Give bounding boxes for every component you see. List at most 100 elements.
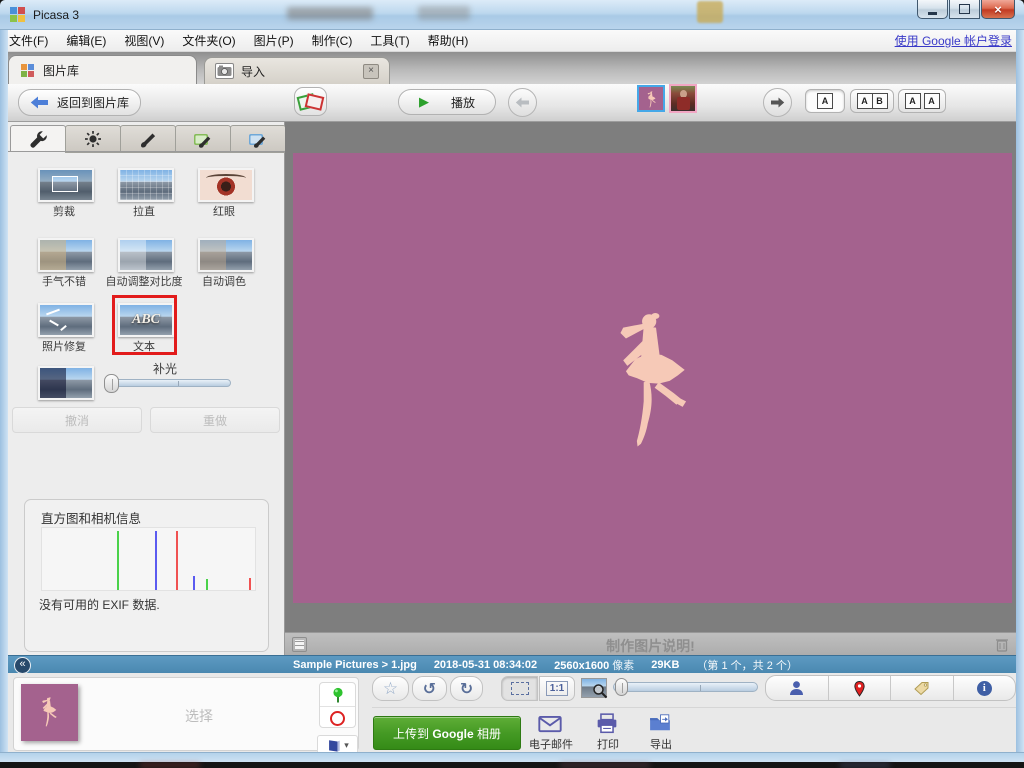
desktop-smudge xyxy=(140,763,200,767)
email-button[interactable] xyxy=(538,714,564,734)
tab-library[interactable]: 图片库 xyxy=(8,55,197,84)
view-aa-right: A xyxy=(924,93,940,109)
tags-button[interactable] xyxy=(891,676,954,700)
close-button[interactable]: × xyxy=(981,0,1015,19)
tool-autocolor-button[interactable] xyxy=(198,238,254,272)
previous-photo-button[interactable] xyxy=(508,88,537,117)
print-button[interactable] xyxy=(596,713,620,734)
photo-canvas[interactable] xyxy=(293,153,1012,603)
main-tabstrip: 图片库 导入 × xyxy=(8,52,1016,84)
people-button[interactable] xyxy=(766,676,829,700)
next-arrow-icon xyxy=(770,97,785,108)
star-button[interactable]: ☆ xyxy=(372,676,409,701)
next-photo-button[interactable] xyxy=(763,88,792,117)
hold-button[interactable] xyxy=(320,683,355,707)
hold-clear-group xyxy=(319,682,356,728)
tab-import[interactable]: 导入 × xyxy=(204,57,390,84)
upload-label: 上传到 Google 相册 xyxy=(393,725,501,742)
clear-button[interactable] xyxy=(320,707,355,729)
tool-straighten-button[interactable] xyxy=(118,168,174,202)
histogram-spike xyxy=(176,531,178,590)
glass-artifact xyxy=(418,6,470,20)
undo-button[interactable]: 撤消 xyxy=(12,407,142,433)
places-button[interactable] xyxy=(829,676,892,700)
view-side-by-side-button[interactable]: AB xyxy=(850,89,894,113)
properties-button[interactable]: i xyxy=(954,676,1016,700)
tool-retouch-button[interactable] xyxy=(38,303,94,337)
tag-icon xyxy=(913,681,930,696)
picasa-window: Picasa 3 × 文件(F) 编辑(E) 视图(V) 文件夹(O) 图片(P… xyxy=(0,0,1024,768)
status-bar: « Sample Pictures > 1.jpg 2018-05-31 08:… xyxy=(8,655,1016,673)
tab-effects-2[interactable] xyxy=(175,125,231,153)
google-signin-link[interactable]: 使用 Google 帐户登录 xyxy=(895,32,1012,49)
tab-effects-3[interactable] xyxy=(230,125,286,153)
menu-view[interactable]: 视图(V) xyxy=(115,32,173,49)
eyebrow xyxy=(206,174,246,182)
tool-retouch-label: 照片修复 xyxy=(38,338,90,354)
zoom-actual-button[interactable]: 1:1 xyxy=(539,676,575,701)
tool-autocontrast-button[interactable] xyxy=(118,238,174,272)
ballerina-silhouette xyxy=(615,311,697,448)
back-to-library-button[interactable]: 返回到图片库 xyxy=(18,89,141,116)
green-pushpin-icon xyxy=(331,687,345,703)
glass-artifact xyxy=(287,7,373,20)
film-thumbnail-current[interactable] xyxy=(637,85,665,112)
zoom-fit-button[interactable] xyxy=(501,676,538,701)
menu-create[interactable]: 制作(C) xyxy=(303,32,362,49)
rotate-left-button[interactable]: ↺ xyxy=(412,676,447,701)
info-icon: i xyxy=(977,681,992,696)
zoom-preview-icon[interactable] xyxy=(581,678,607,698)
play-button[interactable]: ▶ 播放 xyxy=(398,89,496,115)
email-icon xyxy=(538,714,562,733)
menu-help[interactable]: 帮助(H) xyxy=(419,32,478,49)
fill-light-label: 补光 xyxy=(125,360,205,377)
zoom-slider[interactable] xyxy=(613,682,758,692)
tool-autocolor-label: 自动调色 xyxy=(198,273,250,289)
collage-button[interactable] xyxy=(294,87,327,116)
tool-redeye-button[interactable] xyxy=(198,168,254,202)
collapse-tray-button[interactable]: « xyxy=(14,657,31,674)
thumb-ridge xyxy=(622,683,623,693)
menu-edit[interactable]: 编辑(E) xyxy=(57,32,115,49)
menu-file[interactable]: 文件(F) xyxy=(0,32,57,49)
tab-effects-1[interactable] xyxy=(120,125,176,153)
status-filesize: 29KB xyxy=(651,659,679,671)
tab-import-close-icon[interactable]: × xyxy=(363,64,379,79)
titlebar: Picasa 3 × xyxy=(0,0,1024,30)
minimize-button[interactable] xyxy=(917,0,948,19)
view-single-button[interactable]: A xyxy=(805,89,845,113)
collage-photo-red-icon xyxy=(305,93,325,110)
clear-circle-icon xyxy=(330,711,345,726)
tool-filllight-thumbnail xyxy=(38,366,94,400)
upload-google-button[interactable]: 上传到 Google 相册 xyxy=(373,716,521,750)
minimize-icon xyxy=(928,12,937,15)
caption-bar[interactable]: 制作图片说明! xyxy=(285,632,1016,655)
redo-button[interactable]: 重做 xyxy=(150,407,280,433)
menu-picture[interactable]: 图片(P) xyxy=(245,32,303,49)
desktop-smudge xyxy=(840,763,890,767)
trash-icon[interactable] xyxy=(995,637,1009,652)
tool-crop-button[interactable] xyxy=(38,168,94,202)
menu-tools[interactable]: 工具(T) xyxy=(361,32,418,49)
fill-light-slider[interactable] xyxy=(107,379,231,387)
info-button-group: i xyxy=(765,675,1016,701)
menubar: 文件(F) 编辑(E) 视图(V) 文件夹(O) 图片(P) 制作(C) 工具(… xyxy=(0,30,1024,52)
brush-icon xyxy=(139,130,157,148)
zoom-slider-thumb[interactable] xyxy=(615,678,628,696)
tray-thumbnail[interactable] xyxy=(21,684,78,741)
tab-tuning[interactable] xyxy=(65,125,121,153)
view-compare-button[interactable]: AA xyxy=(898,89,946,113)
histogram-spike xyxy=(206,579,208,590)
restore-button[interactable] xyxy=(949,0,980,19)
rotate-right-button[interactable]: ↻ xyxy=(450,676,483,701)
export-button[interactable] xyxy=(649,713,673,733)
view-ab-b: B xyxy=(872,93,888,109)
menu-folder[interactable]: 文件夹(O) xyxy=(173,32,244,49)
desktop-smudge xyxy=(560,763,650,767)
tool-lucky-button[interactable] xyxy=(38,238,94,272)
fill-light-slider-thumb[interactable] xyxy=(104,374,119,393)
film-thumbnail-next[interactable] xyxy=(669,84,697,113)
photo-viewer xyxy=(285,122,1016,632)
edit-toolbar: 返回到图片库 ▶ 播放 A A xyxy=(8,84,1016,122)
tab-basic-fixes[interactable] xyxy=(10,125,66,152)
